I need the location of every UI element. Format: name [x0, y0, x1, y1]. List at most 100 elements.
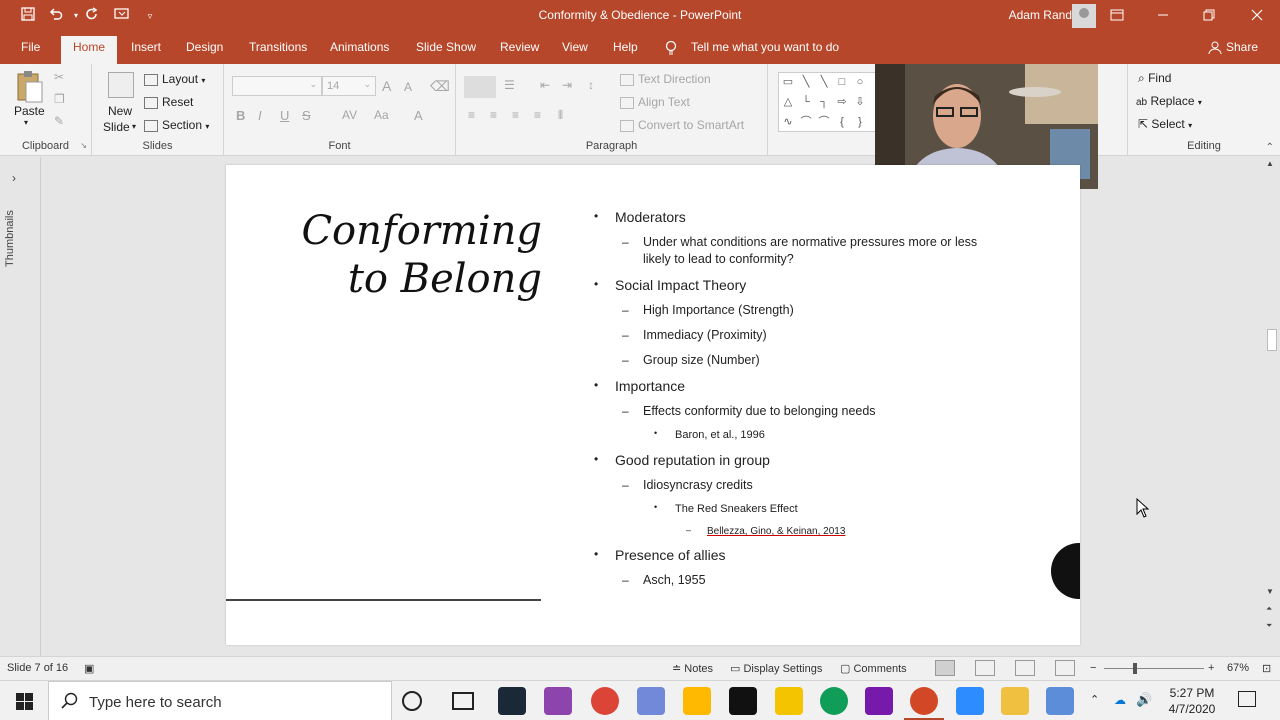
bullets-icon[interactable]	[464, 76, 496, 98]
restore-icon[interactable]	[1186, 0, 1232, 32]
arrow-shape-icon[interactable]: ⇨	[835, 95, 849, 109]
thumbnails-label[interactable]: Thumbnails	[4, 197, 34, 267]
shrink-font-button[interactable]: A	[404, 80, 412, 94]
layout-button[interactable]: Layout	[162, 72, 198, 86]
minimize-icon[interactable]	[1140, 0, 1186, 32]
show-hidden-icons-icon[interactable]: ⌃	[1090, 693, 1099, 706]
textbox-shape-icon[interactable]: ▭	[781, 75, 795, 89]
tell-me-search[interactable]: Tell me what you want to do	[691, 40, 839, 54]
new-slide-dropdown-icon[interactable]: ▾	[132, 122, 136, 131]
underline-button[interactable]: U	[280, 108, 289, 123]
close-icon[interactable]	[1234, 0, 1280, 32]
onenote-icon[interactable]	[865, 687, 893, 715]
paint-icon[interactable]	[1046, 687, 1074, 715]
justify-icon[interactable]: ≡	[534, 108, 541, 122]
slideshow-view-icon[interactable]	[1055, 660, 1075, 676]
zoom-level[interactable]: 67%	[1227, 662, 1249, 674]
decrease-indent-icon[interactable]: ⇤	[540, 78, 550, 92]
game-app-icon[interactable]	[729, 687, 757, 715]
reset-button[interactable]: Reset	[162, 95, 193, 109]
save-icon[interactable]	[18, 6, 38, 26]
share-button[interactable]: Share	[1226, 40, 1258, 54]
slide-sorter-icon[interactable]	[975, 660, 995, 676]
notes-button[interactable]: Notes	[684, 663, 713, 675]
arc-shape-icon[interactable]: ⌒	[817, 115, 831, 129]
zoom-slider[interactable]	[1104, 668, 1204, 669]
cut-icon[interactable]: ✂	[54, 70, 64, 84]
paste-button[interactable]: Paste	[14, 104, 45, 118]
shapes-gallery[interactable]: ▭ ╲ ╲ □ ○ △ └ ┐ ⇨ ⇩ ∿ ⌒ ⌒ { }	[778, 72, 878, 132]
triangle-shape-icon[interactable]: △	[781, 95, 795, 109]
tab-slide-show[interactable]: Slide Show	[416, 40, 476, 54]
present-icon[interactable]	[112, 6, 132, 26]
tab-home[interactable]: Home	[61, 36, 118, 64]
change-case-button[interactable]: Aa	[374, 108, 389, 122]
bold-button[interactable]: B	[236, 108, 245, 123]
scroll-down-icon[interactable]: ▼	[1266, 587, 1274, 596]
align-right-icon[interactable]: ≡	[512, 108, 519, 122]
tab-insert[interactable]: Insert	[131, 40, 161, 54]
file-explorer-icon[interactable]	[1001, 687, 1029, 715]
tab-transitions[interactable]: Transitions	[249, 40, 307, 54]
font-color-button[interactable]: A	[414, 108, 423, 123]
brace-shape-icon[interactable]: {	[835, 115, 849, 129]
ribbon-display-icon[interactable]	[1094, 0, 1140, 32]
line-shape-icon[interactable]: ╲	[817, 75, 831, 89]
next-slide-icon[interactable]: ⏷	[1266, 621, 1272, 631]
convert-smartart-button[interactable]: Convert to SmartArt	[638, 118, 744, 132]
zoom-slider-knob[interactable]	[1133, 663, 1137, 674]
align-left-icon[interactable]: ≡	[468, 108, 475, 122]
section-button[interactable]: Section	[162, 118, 202, 132]
find-button[interactable]: Find	[1148, 71, 1171, 85]
layout-dropdown-icon[interactable]: ▾	[201, 76, 205, 85]
text-direction-button[interactable]: Text Direction	[638, 72, 711, 86]
copy-icon[interactable]: ❐	[54, 92, 65, 106]
line-shape-icon[interactable]: ╲	[799, 75, 813, 89]
align-center-icon[interactable]: ≡	[490, 108, 497, 122]
chrome-icon[interactable]	[591, 687, 619, 715]
select-dropdown-icon[interactable]: ▾	[1188, 121, 1192, 130]
powerpoint-icon[interactable]	[910, 687, 938, 715]
paste-icon[interactable]	[14, 70, 44, 104]
clear-format-icon[interactable]: ⌫	[430, 78, 450, 95]
zoom-in-icon[interactable]: +	[1208, 662, 1214, 674]
notifications-icon[interactable]	[1238, 691, 1256, 707]
connector-shape-icon[interactable]: ┐	[817, 95, 831, 109]
tab-file[interactable]: File	[21, 40, 40, 54]
file-icon[interactable]	[683, 687, 711, 715]
collapse-ribbon-icon[interactable]: ⌃	[1266, 142, 1274, 153]
discord-icon[interactable]	[637, 687, 665, 715]
connector-shape-icon[interactable]: └	[799, 95, 813, 109]
onedrive-icon[interactable]: ☁	[1114, 693, 1126, 707]
rectangle-shape-icon[interactable]: □	[835, 75, 849, 89]
char-spacing-button[interactable]: AV	[342, 108, 357, 122]
tab-animations[interactable]: Animations	[330, 40, 389, 54]
slide-title[interactable]: Conforming to Belong	[242, 207, 542, 303]
taskbar-search-box[interactable]: Type here to search	[48, 681, 392, 720]
avatar[interactable]	[1072, 4, 1096, 28]
font-size-combo[interactable]: 14 ⌄	[322, 76, 376, 96]
numbering-icon[interactable]: ☰	[504, 78, 515, 92]
font-name-combo[interactable]: ⌄	[232, 76, 322, 96]
dialog-launcher-icon[interactable]: ↘	[80, 141, 87, 150]
fit-to-window-icon[interactable]: ⊡	[1262, 662, 1271, 675]
curve-shape-icon[interactable]: ⌒	[799, 115, 813, 129]
previous-slide-icon[interactable]: ⏶	[1266, 604, 1272, 614]
zoom-out-icon[interactable]: −	[1090, 662, 1096, 674]
new-slide-label-2[interactable]: Slide	[103, 120, 130, 134]
tab-view[interactable]: View	[562, 40, 588, 54]
task-view-icon[interactable]	[452, 692, 474, 710]
slide-canvas[interactable]: Conforming to Belong • Moderators – Unde…	[226, 165, 1080, 645]
grow-font-button[interactable]: A	[382, 78, 391, 94]
scrollbar-thumb[interactable]	[1267, 329, 1277, 351]
system-clock[interactable]: 5:27 PM 4/7/2020	[1160, 685, 1224, 717]
increase-indent-icon[interactable]: ⇥	[562, 78, 572, 92]
normal-view-icon[interactable]	[935, 660, 955, 676]
redo-icon[interactable]	[82, 6, 102, 26]
zoom-app-icon[interactable]	[956, 687, 984, 715]
vertical-scrollbar[interactable]: ▲ ▼ ⏶ ⏷	[1263, 157, 1280, 656]
windows-start-icon[interactable]	[0, 681, 48, 720]
tab-design[interactable]: Design	[186, 40, 223, 54]
brace-shape-icon[interactable]: }	[853, 115, 867, 129]
tab-help[interactable]: Help	[613, 40, 638, 54]
